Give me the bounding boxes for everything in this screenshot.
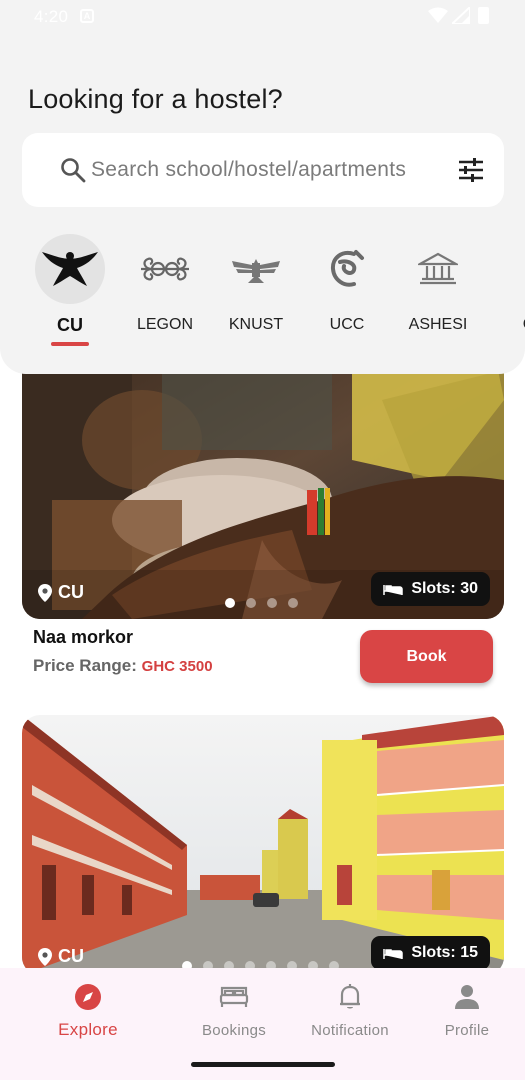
carousel-dot[interactable]: [267, 598, 277, 608]
nav-bookings[interactable]: Bookings: [174, 982, 294, 1039]
location-label: CU: [58, 582, 84, 602]
knust-bird-logo-icon: [221, 234, 291, 304]
school-label: CU: [57, 315, 83, 335]
status-bar: 4:20 A: [0, 0, 525, 32]
signal-icon: [452, 7, 470, 24]
header-panel: Looking for a hostel? CU: [0, 0, 525, 374]
home-gesture-indicator[interactable]: [191, 1062, 335, 1067]
school-tab-legon[interactable]: LEGON: [119, 234, 211, 346]
slots-badge: Slots: 15: [371, 936, 490, 970]
page-title: Looking for a hostel?: [28, 84, 283, 114]
status-time: 4:20: [34, 7, 69, 26]
price-range-label: Price Range:: [33, 656, 137, 675]
carousel-dot[interactable]: [288, 598, 298, 608]
school-tab-knust[interactable]: KNUST: [210, 234, 302, 346]
nav-notification[interactable]: Notification: [290, 982, 410, 1039]
active-tab-indicator: [51, 342, 89, 346]
listing-photo[interactable]: CU Slots: 30: [22, 340, 504, 619]
bell-icon: [340, 984, 360, 1009]
listing-location: CU: [38, 946, 84, 967]
listing-info: Naa morkor Price Range: GHC 3500: [33, 627, 213, 676]
school-tab-partial[interactable]: G: [483, 234, 525, 346]
school-label: UCC: [329, 316, 365, 333]
school-label: LEGON: [136, 316, 193, 333]
price-range-value: GHC 3500: [141, 658, 213, 675]
nav-label: Explore: [58, 1020, 118, 1039]
location-label: CU: [58, 946, 84, 966]
nav-label: Notification: [311, 1022, 389, 1039]
cu-eagle-logo-icon: [35, 234, 105, 304]
slots-label: Slots: 30: [411, 580, 478, 597]
bed-icon: [383, 585, 404, 595]
school-selector: CU LEGON KNUST UCC ASHESI: [0, 234, 525, 354]
price-range: Price Range: GHC 3500: [33, 656, 213, 676]
nav-label: Bookings: [201, 1022, 267, 1039]
school-tab-ucc[interactable]: UCC: [301, 234, 393, 346]
person-icon: [455, 985, 479, 1009]
listing-location: CU: [38, 582, 84, 603]
bed-icon: [219, 986, 249, 1007]
carousel-dots: [225, 598, 298, 608]
carousel-dot[interactable]: [225, 598, 235, 608]
compass-icon: [75, 984, 101, 1010]
carousel-dot[interactable]: [246, 598, 256, 608]
nav-explore[interactable]: Explore: [28, 982, 148, 1040]
school-label: KNUST: [228, 316, 284, 333]
notification-a-icon: A: [80, 9, 94, 23]
battery-icon: [478, 7, 489, 24]
location-pin-icon: [38, 583, 52, 602]
slots-label: Slots: 15: [411, 944, 478, 961]
ashesi-building-logo-icon: [403, 234, 473, 304]
school-label: ASHESI: [408, 316, 468, 333]
search-icon: [61, 158, 86, 183]
slots-badge: Slots: 30: [371, 572, 490, 606]
hostel-name[interactable]: Naa morkor: [33, 627, 213, 648]
location-pin-icon: [38, 947, 52, 966]
book-button[interactable]: Book: [360, 630, 493, 683]
search-bar[interactable]: [22, 133, 504, 207]
school-label: G: [483, 316, 525, 334]
search-input[interactable]: [91, 153, 441, 187]
nav-profile[interactable]: Profile: [407, 982, 525, 1039]
legon-adinkra-logo-icon: [130, 234, 200, 304]
partial-school-logo-icon: [494, 234, 525, 304]
school-tab-ashesi[interactable]: ASHESI: [392, 234, 484, 346]
school-tab-cu[interactable]: CU: [24, 234, 116, 346]
filter-sliders-icon[interactable]: [458, 157, 484, 183]
nav-label: Profile: [444, 1022, 490, 1039]
listing-photo[interactable]: CU Slots: 15: [22, 715, 504, 975]
bed-icon: [383, 949, 404, 959]
wifi-icon: [428, 7, 448, 23]
ucc-adinkra-logo-icon: [312, 234, 382, 304]
